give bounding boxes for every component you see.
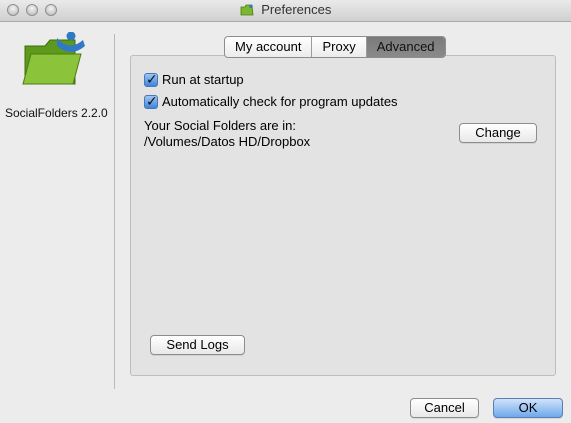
socialfolders-small-icon [240, 4, 254, 19]
change-button[interactable]: Change [459, 123, 537, 143]
auto-update-label: Automatically check for program updates [162, 94, 398, 109]
folders-location-path: /Volumes/Datos HD/Dropbox [144, 134, 311, 149]
ok-button[interactable]: OK [493, 398, 563, 418]
app-name-version: SocialFolders 2.2.0 [5, 106, 108, 120]
tab-proxy[interactable]: Proxy [311, 37, 365, 57]
tab-my-account[interactable]: My account [225, 37, 311, 57]
tab-advanced[interactable]: Advanced [365, 37, 445, 57]
socialfolders-logo-icon [21, 31, 91, 95]
run-at-startup-label: Run at startup [162, 72, 244, 87]
cancel-button[interactable]: Cancel [410, 398, 479, 418]
checkmark-icon: ✓ [146, 92, 158, 109]
sidebar: SocialFolders 2.2.0 [0, 22, 112, 423]
preferences-tabs: My account Proxy Advanced [224, 36, 446, 58]
folders-location-label: Your Social Folders are in: [144, 118, 296, 133]
run-at-startup-checkbox[interactable]: ✓ [144, 70, 158, 87]
window-title-container: Preferences [0, 2, 571, 19]
run-at-startup-row[interactable]: ✓ Run at startup [144, 70, 244, 87]
window-title: Preferences [261, 2, 332, 17]
checkmark-icon: ✓ [146, 70, 158, 87]
title-bar: Preferences [0, 0, 571, 22]
auto-update-row[interactable]: ✓ Automatically check for program update… [144, 92, 398, 109]
sidebar-divider [114, 34, 115, 389]
auto-update-checkbox[interactable]: ✓ [144, 92, 158, 109]
send-logs-button[interactable]: Send Logs [150, 335, 245, 355]
